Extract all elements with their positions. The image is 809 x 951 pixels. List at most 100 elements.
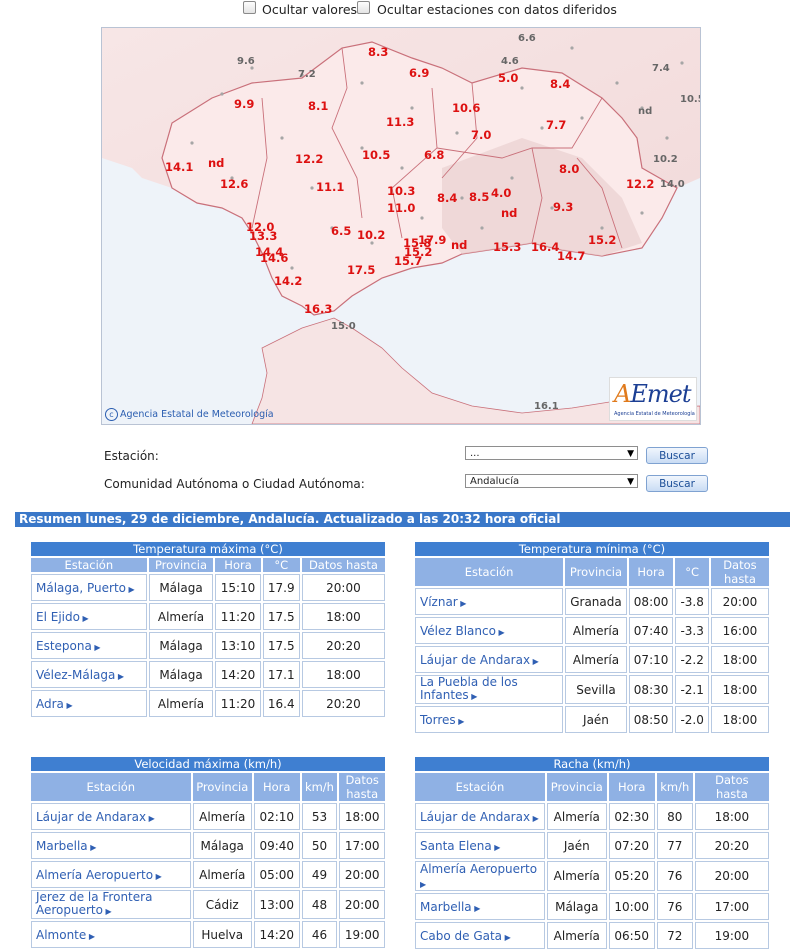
table-row: Málaga, Puerto ▶ Málaga 15:10 17.9 20:00: [31, 574, 385, 601]
map-value[interactable]: 4.0: [491, 186, 511, 200]
map-value[interactable]: 5.0: [498, 71, 518, 85]
chevron-right-icon: ▶: [91, 642, 101, 652]
chevron-right-icon: ▶: [530, 813, 539, 823]
map-value-outside[interactable]: 6.6: [518, 33, 536, 44]
chevron-right-icon: ▶: [86, 931, 95, 941]
map-value[interactable]: nd: [501, 206, 517, 220]
map-value[interactable]: 15.7: [394, 254, 422, 268]
map-value-outside[interactable]: 7.2: [298, 69, 316, 80]
map-value[interactable]: 12.6: [220, 177, 248, 191]
station-link[interactable]: Adra ▶: [31, 690, 147, 717]
station-link[interactable]: Santa Elena ▶: [415, 832, 545, 859]
station-link[interactable]: Almonte ▶: [31, 921, 191, 948]
map-value[interactable]: 10.3: [387, 184, 415, 198]
map-value[interactable]: 11.3: [386, 115, 414, 129]
hide-deferred-checkbox[interactable]: [357, 1, 370, 14]
station-link[interactable]: Marbella ▶: [415, 893, 545, 920]
station-link[interactable]: Málaga, Puerto ▶: [31, 574, 147, 601]
station-select[interactable]: ... ▼: [465, 446, 638, 460]
col-data-until: Datos hasta: [694, 773, 769, 801]
map-value[interactable]: 8.4: [437, 191, 457, 205]
map-value-outside[interactable]: 14.0: [660, 179, 685, 190]
map-value[interactable]: 15.2: [588, 233, 616, 247]
station-search-button[interactable]: Buscar: [646, 447, 708, 464]
map-value[interactable]: 10.5: [362, 148, 390, 162]
station-link[interactable]: Cabo de Gata ▶: [415, 922, 545, 949]
table-row: Almería Aeropuerto ▶ Almería 05:20 76 20:00: [415, 861, 769, 891]
station-link[interactable]: Jerez de la Frontera Aeropuerto ▶: [31, 890, 191, 919]
station-link[interactable]: Vélez Blanco ▶: [415, 617, 564, 644]
col-station: Estación: [415, 773, 545, 801]
station-link[interactable]: Marbella ▶: [31, 832, 191, 859]
map-value-outside[interactable]: nd: [638, 106, 652, 117]
map-value-outside[interactable]: 9.6: [237, 56, 255, 67]
map-value[interactable]: 8.0: [559, 162, 579, 176]
map-value[interactable]: 14.6: [260, 251, 288, 265]
map-value[interactable]: 11.1: [316, 180, 344, 194]
map-value[interactable]: 10.2: [357, 228, 385, 242]
station-link[interactable]: Almería Aeropuerto ▶: [31, 861, 191, 888]
map-value[interactable]: 14.1: [165, 160, 193, 174]
map-value[interactable]: 8.3: [368, 45, 388, 59]
station-link[interactable]: El Ejido ▶: [31, 603, 147, 630]
map-value-outside[interactable]: 16.1: [534, 401, 559, 412]
station-link[interactable]: Torres ▶: [415, 706, 564, 733]
racha-title: Racha (km/h): [415, 757, 769, 771]
map-value[interactable]: 14.7: [557, 249, 585, 263]
chevron-right-icon: ▶: [87, 842, 97, 852]
station-link[interactable]: La Puebla de los Infantes ▶: [415, 675, 564, 704]
map-value[interactable]: 7.0: [471, 128, 491, 142]
community-search-button[interactable]: Buscar: [646, 475, 708, 492]
map-value[interactable]: 17.5: [347, 263, 375, 277]
map-value[interactable]: 9.3: [553, 200, 573, 214]
map-value-outside[interactable]: 7.4: [652, 63, 670, 74]
map-value-outside[interactable]: 10.5: [680, 94, 700, 105]
station-link[interactable]: Láujar de Andarax ▶: [31, 803, 191, 830]
vmax-table: Velocidad máxima (km/h) Estación Provinc…: [29, 757, 387, 950]
map-value-outside[interactable]: 15.0: [331, 321, 356, 332]
chevron-right-icon: ▶: [530, 656, 539, 666]
top-options: Ocultar valores Ocultar estaciones con d…: [0, 0, 809, 22]
map-value[interactable]: 6.5: [331, 224, 351, 238]
map-value[interactable]: 6.8: [424, 148, 444, 162]
map-value[interactable]: 14.2: [274, 274, 302, 288]
station-link[interactable]: Láujar de Andarax ▶: [415, 646, 564, 673]
station-link[interactable]: Vélez-Málaga ▶: [31, 661, 147, 688]
station-link[interactable]: Almería Aeropuerto ▶: [415, 861, 545, 891]
temperature-map[interactable]: 8.3 6.9 5.0 8.4 9.9 8.1 10.6 11.3 7.7 7.…: [101, 27, 701, 425]
map-value-outside[interactable]: 4.6: [501, 56, 519, 67]
col-value: km/h: [656, 773, 693, 801]
map-value[interactable]: nd: [451, 238, 467, 252]
map-value-outside[interactable]: 10.2: [653, 154, 678, 165]
tmin-table: Temperatura mínima (°C) Estación Provinc…: [413, 542, 771, 735]
map-value[interactable]: 8.1: [308, 99, 328, 113]
station-link[interactable]: Estepona ▶: [31, 632, 147, 659]
tmax-table: Temperatura máxima (°C) Estación Provinc…: [29, 542, 387, 719]
map-value[interactable]: 15.3: [493, 240, 521, 254]
map-value[interactable]: 10.6: [452, 101, 480, 115]
col-time: Hora: [215, 558, 261, 572]
map-value[interactable]: 12.2: [626, 177, 654, 191]
chevron-right-icon: ▶: [153, 871, 162, 881]
map-value[interactable]: 16.4: [531, 240, 559, 254]
col-value: °C: [675, 558, 709, 586]
map-value[interactable]: 16.3: [304, 302, 332, 316]
table-row: Láujar de Andarax ▶ Almería 02:30 80 18:00: [415, 803, 769, 830]
map-value[interactable]: 8.4: [550, 77, 570, 91]
hide-values-label: Ocultar valores: [262, 2, 358, 17]
map-value[interactable]: 7.7: [546, 118, 566, 132]
map-value[interactable]: nd: [208, 156, 224, 170]
map-value[interactable]: 11.0: [387, 201, 415, 215]
map-value[interactable]: 6.9: [409, 66, 429, 80]
station-link[interactable]: Víznar ▶: [415, 588, 564, 615]
hide-values-checkbox[interactable]: [243, 1, 256, 14]
col-time: Hora: [628, 558, 674, 586]
chevron-right-icon: ▶: [468, 692, 478, 701]
community-select[interactable]: Andalucía ▼: [465, 474, 638, 488]
station-link[interactable]: Láujar de Andarax ▶: [415, 803, 545, 830]
map-value[interactable]: 9.9: [234, 97, 254, 111]
map-value[interactable]: 13.3: [249, 229, 277, 243]
map-value[interactable]: 12.2: [295, 152, 323, 166]
table-row: Láujar de Andarax ▶ Almería 02:10 53 18:00: [31, 803, 385, 830]
map-value[interactable]: 8.5: [469, 190, 489, 204]
